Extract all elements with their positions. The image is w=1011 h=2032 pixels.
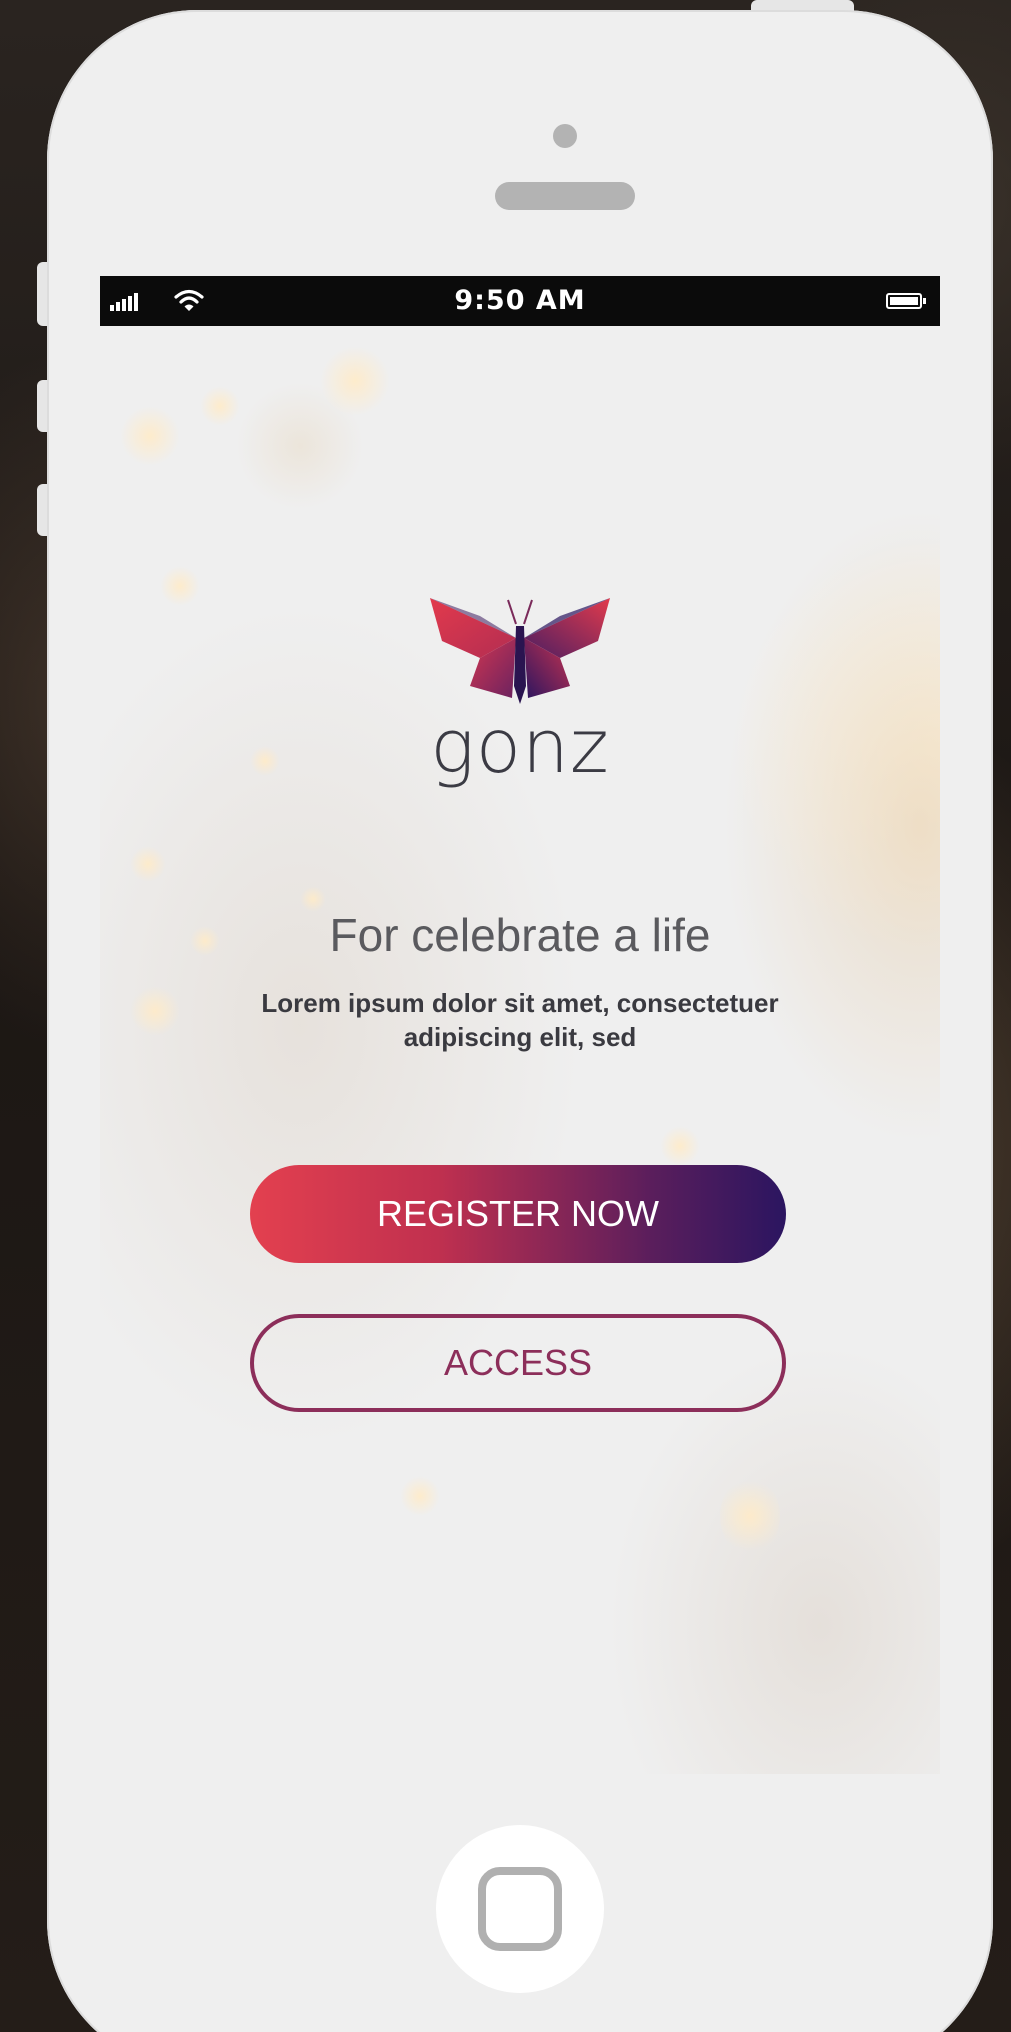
tagline: For celebrate a life (329, 909, 711, 961)
butterfly-logo-icon (430, 598, 610, 704)
register-now-button[interactable]: REGISTER NOW (250, 1165, 786, 1263)
status-time: 9:50 AM (454, 285, 586, 316)
phone-screen: 9:50 AM gonz For celebrate a life Lorem … (100, 276, 940, 1774)
front-camera (553, 124, 577, 148)
home-button[interactable] (436, 1825, 604, 1993)
subtitle: Lorem ipsum dolor sit amet, consectetuer… (261, 988, 779, 1052)
battery-icon (886, 293, 926, 309)
status-bar: 9:50 AM (100, 276, 940, 326)
earpiece-speaker (495, 182, 635, 210)
brand-name: gonz (430, 704, 610, 790)
access-button[interactable]: ACCESS (250, 1314, 786, 1412)
home-button-icon (478, 1867, 562, 1951)
